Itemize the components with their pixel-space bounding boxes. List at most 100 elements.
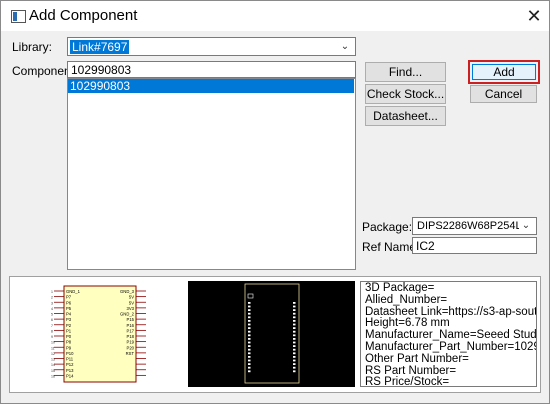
- package-label: Package:: [362, 220, 413, 234]
- property-line: Manufacturer_Part_Number=102990803: [365, 340, 536, 353]
- footprint-pad: [293, 334, 296, 337]
- symbol-pin-number: 13: [51, 358, 55, 362]
- footprint-pad: [248, 345, 251, 347]
- footprint-outline: [244, 283, 300, 384]
- symbol-pin-label: RST: [126, 351, 135, 356]
- package-value: DIPS2286W68P254L4812H: [417, 220, 527, 232]
- footprint-pad: [248, 305, 251, 308]
- footprint-pad: [248, 316, 251, 319]
- package-dropdown[interactable]: DIPS2286W68P254L4812H ⌄: [412, 217, 537, 235]
- component-search-input[interactable]: 102990803: [67, 61, 356, 78]
- footprint-pad: [293, 359, 296, 362]
- add-button[interactable]: Add: [468, 60, 540, 84]
- footprint-pad: [293, 330, 296, 333]
- title-bar: Add Component ✕: [1, 1, 549, 31]
- footprint-pad: [293, 312, 296, 315]
- schematic-symbol-graphic: GND_11P72P63P54P45P36P27P18P09P810P911P1…: [51, 285, 146, 383]
- ref-name-input[interactable]: IC2: [412, 237, 537, 254]
- symbol-pin-label: P16: [127, 323, 135, 328]
- symbol-pin-number: 8: [51, 329, 53, 333]
- footprint-pad: [248, 334, 251, 337]
- footprint-pad: [293, 305, 296, 308]
- chevron-down-icon: ⌄: [340, 41, 350, 52]
- footprint-pad: [248, 356, 251, 358]
- library-label: Library:: [12, 40, 53, 54]
- app-window-icon: [11, 10, 26, 23]
- symbol-pin-label: P17: [127, 328, 135, 333]
- footprint-pad: [248, 359, 251, 362]
- footprint-pad: [248, 348, 251, 351]
- symbol-pin-label: P0: [66, 334, 72, 339]
- footprint-pad: [293, 366, 296, 369]
- library-dropdown[interactable]: Link#7697 ⌄: [67, 37, 356, 56]
- close-icon[interactable]: ✕: [523, 5, 545, 27]
- footprint-pad: [248, 320, 251, 322]
- footprint-pad: [248, 338, 251, 340]
- footprint-pad: [293, 309, 296, 311]
- pin1-marker: [247, 293, 254, 299]
- footprint-graphic: [244, 283, 300, 384]
- symbol-pin-label: 3V3: [127, 306, 135, 311]
- symbol-pin-label: P12: [66, 362, 74, 367]
- footprint-pad: [248, 352, 251, 355]
- footprint-pad: [248, 309, 251, 311]
- footprint-pad: [248, 312, 251, 315]
- symbol-pin-label: P19: [127, 340, 135, 345]
- datasheet-button[interactable]: Datasheet...: [365, 106, 446, 126]
- symbol-pin-label: 5V: [129, 295, 134, 300]
- property-line: Allied_Number=: [365, 293, 448, 306]
- check-stock-button[interactable]: Check Stock...: [365, 84, 446, 104]
- symbol-pin-label: P7: [66, 295, 72, 300]
- add-button-label: Add: [493, 65, 515, 79]
- symbol-pin-label: 5V: [129, 300, 134, 305]
- find-button[interactable]: Find...: [365, 62, 446, 82]
- properties-list[interactable]: 3D Package= Allied_Number= Datasheet Lin…: [360, 281, 537, 387]
- symbol-pin-number: 12: [51, 352, 55, 356]
- property-line: Other Part Number=: [365, 352, 469, 365]
- symbol-pin-label: P2: [66, 323, 72, 328]
- footprint-pad: [248, 370, 251, 373]
- symbol-pin-number: 2: [51, 296, 53, 300]
- chevron-down-icon: ⌄: [519, 218, 533, 234]
- symbol-pin-number: 11: [51, 346, 55, 350]
- symbol-pin-label: P11: [66, 357, 74, 362]
- footprint-pad: [293, 327, 296, 329]
- symbol-body: [63, 285, 137, 383]
- list-item[interactable]: 102990803: [68, 79, 354, 93]
- ref-name-label: Ref Name:: [362, 240, 420, 254]
- symbol-pin-label: P15: [127, 317, 135, 322]
- symbol-pin-label: P20: [127, 345, 135, 350]
- footprint-pad: [293, 338, 296, 340]
- symbol-pin-number: 3: [51, 301, 53, 305]
- property-line: RS Price/Stock=: [365, 376, 450, 387]
- footprint-pad: [248, 366, 251, 369]
- symbol-pin-number: 1: [51, 290, 53, 294]
- footprint-pad: [248, 323, 251, 326]
- symbol-pin-label: P18: [127, 334, 135, 339]
- footprint-pad: [293, 345, 296, 347]
- cancel-button[interactable]: Cancel: [470, 85, 537, 103]
- footprint-pad: [293, 316, 296, 319]
- footprint-pad: [293, 363, 296, 365]
- symbol-pin-label: P14: [66, 373, 74, 378]
- footprint-pad: [293, 356, 296, 358]
- footprint-pad: [248, 341, 251, 344]
- footprint-preview: [188, 281, 355, 387]
- footprint-pad: [293, 348, 296, 351]
- symbol-pin-label: P8: [66, 340, 72, 345]
- property-line: 3D Package=: [365, 282, 435, 294]
- component-results-list[interactable]: 102990803: [67, 78, 356, 270]
- footprint-pad: [293, 341, 296, 344]
- symbol-pin-number: 4: [51, 307, 53, 311]
- symbol-pin-label: P13: [66, 368, 74, 373]
- symbol-pin-label: GND_1: [66, 289, 81, 294]
- footprint-pad: [293, 302, 296, 304]
- library-value: Link#7697: [70, 40, 130, 54]
- symbol-pin-label: P3: [66, 317, 72, 322]
- footprint-pad: [293, 320, 296, 322]
- footprint-pad: [248, 327, 251, 329]
- symbol-pin-number: 9: [51, 335, 53, 339]
- symbol-pin-number: 10: [51, 341, 55, 345]
- footprint-pad: [293, 370, 296, 373]
- symbol-pin-label: P6: [66, 300, 72, 305]
